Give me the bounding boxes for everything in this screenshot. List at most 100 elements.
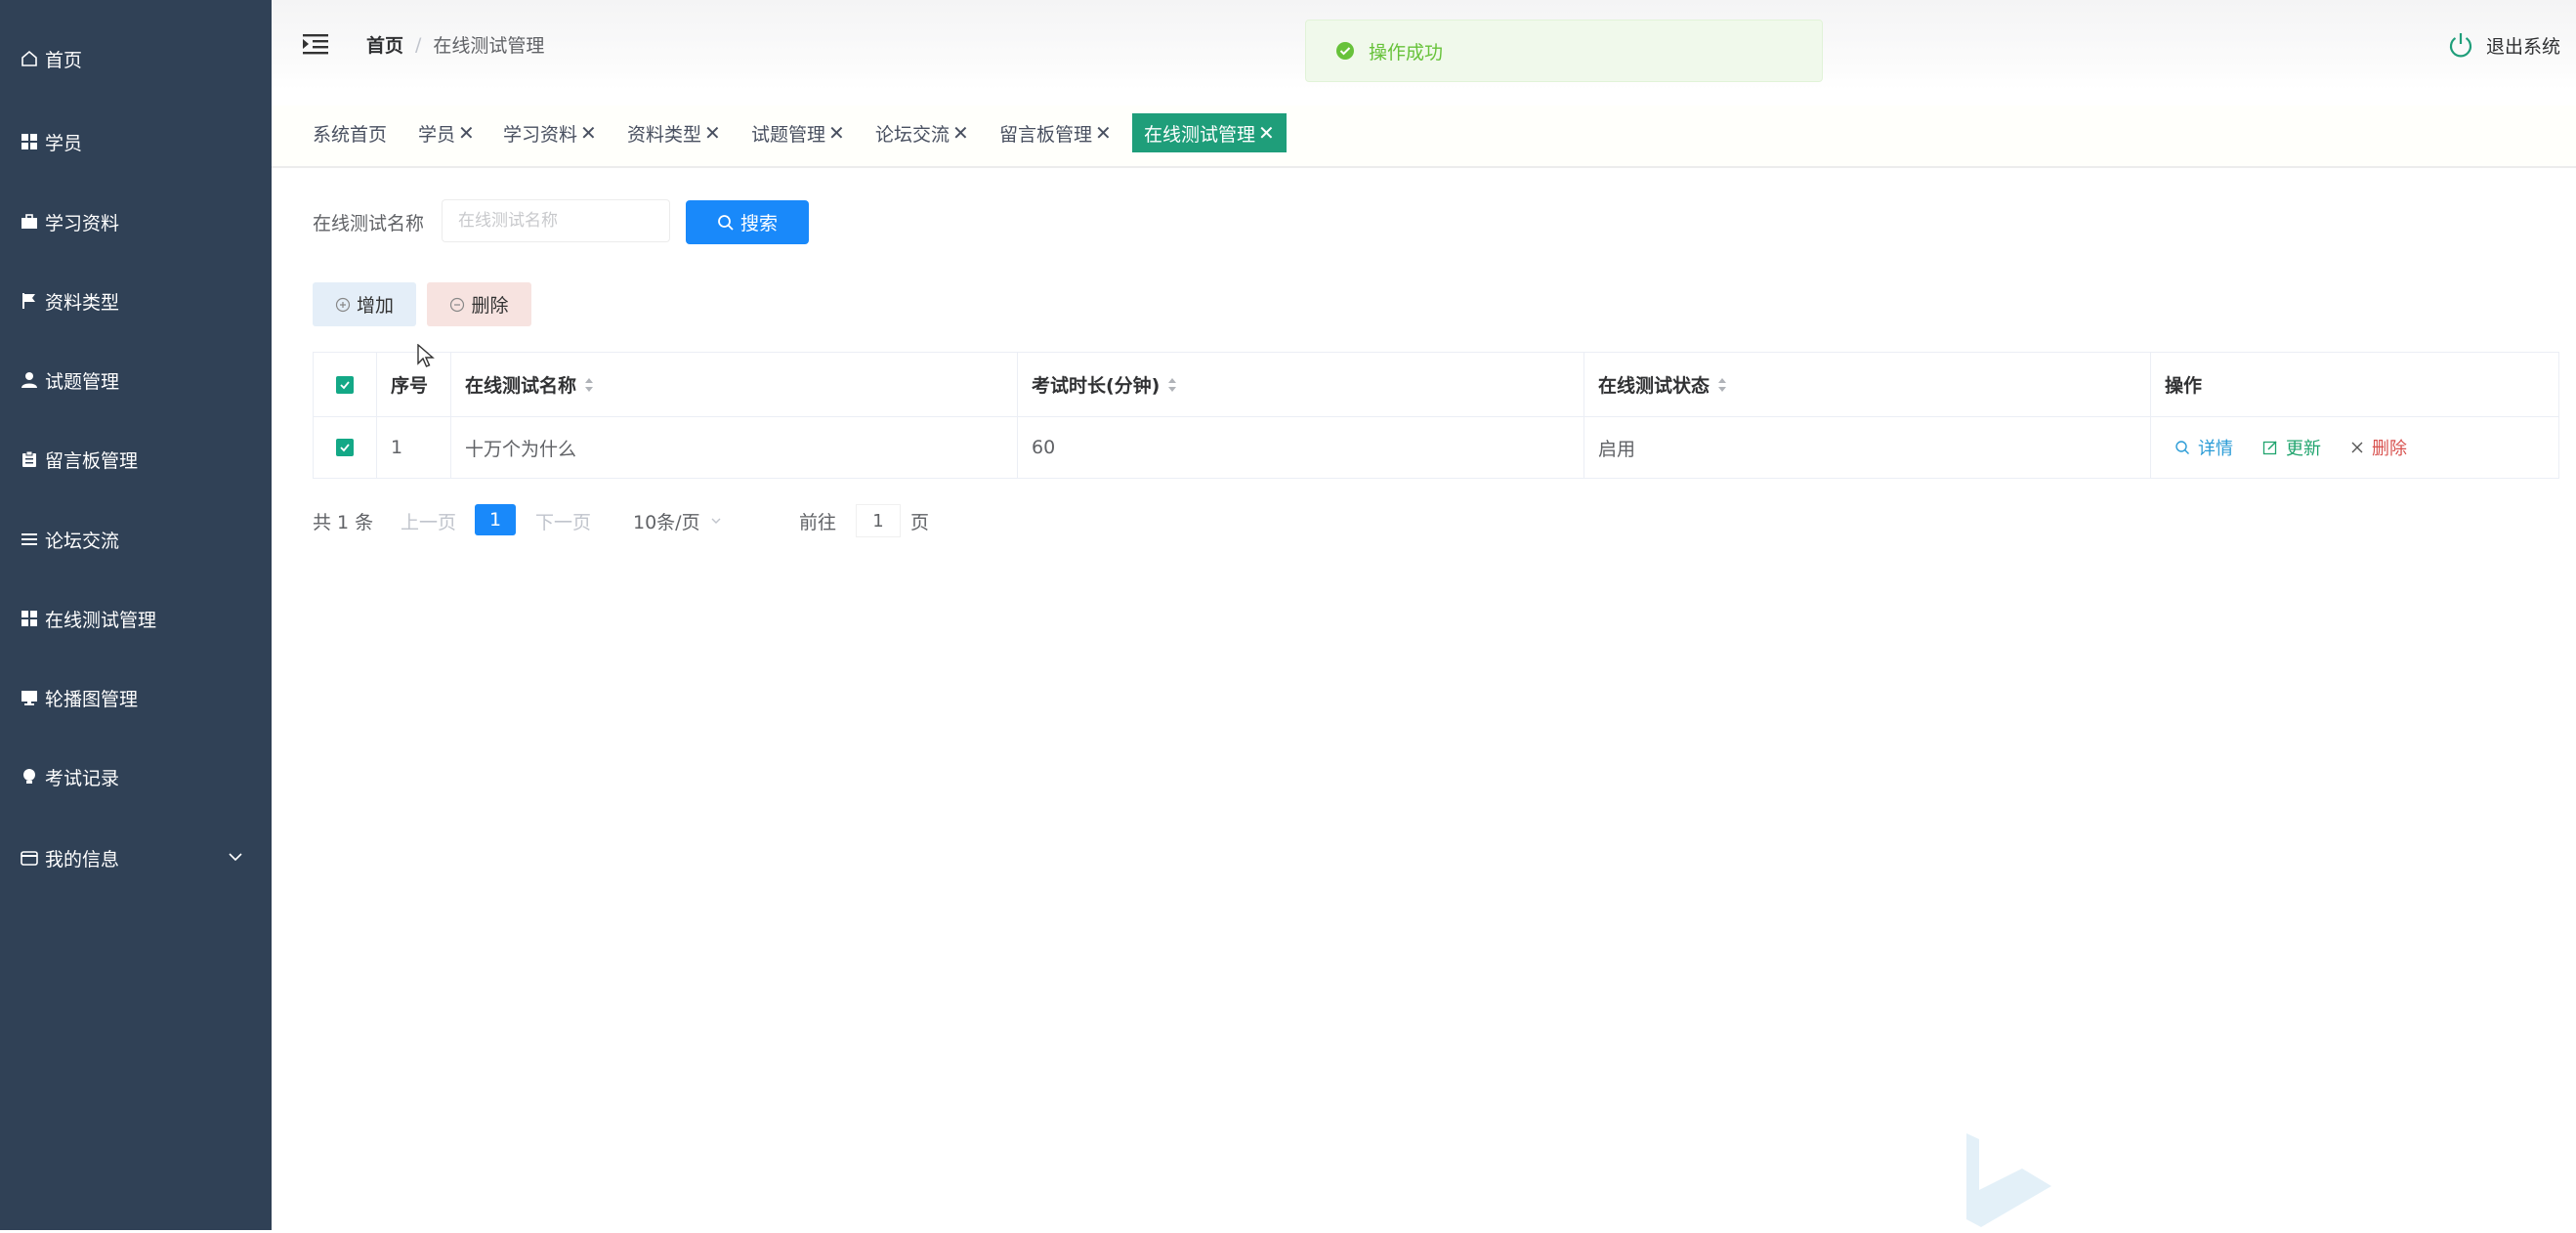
tag-messages[interactable]: 留言板管理 ✕ — [999, 113, 1112, 152]
sidebar-item-online-test[interactable]: 在线测试管理 — [0, 589, 272, 648]
logout-label: 退出系统 — [2485, 35, 2560, 58]
sidebar-item-forum[interactable]: 论坛交流 — [0, 510, 272, 569]
column-header-label: 序号 — [391, 375, 429, 397]
tag-system-home[interactable]: 系统首页 — [313, 113, 387, 152]
page-size-select[interactable]: 10条/页 — [633, 504, 740, 537]
search-input[interactable] — [442, 199, 670, 242]
sort-icon[interactable] — [1717, 377, 1727, 393]
prev-page-button[interactable]: 上一页 — [401, 504, 456, 537]
select-all-checkbox[interactable] — [336, 375, 354, 394]
add-button[interactable]: 增加 — [313, 282, 416, 326]
column-header-status[interactable]: 在线测试状态 — [1584, 353, 2151, 416]
cell-duration: 60 — [1018, 417, 1584, 478]
search-icon — [718, 214, 734, 231]
breadcrumb-home[interactable]: 首页 — [366, 31, 403, 58]
sidebar-item-material-types[interactable]: 资料类型 — [0, 272, 272, 330]
sidebar-item-label: 论坛交流 — [45, 530, 120, 552]
flag-icon — [20, 291, 39, 311]
sort-icon[interactable] — [584, 377, 594, 393]
tag-online-test[interactable]: 在线测试管理 ✕ — [1132, 113, 1287, 152]
close-icon[interactable]: ✕ — [580, 121, 597, 145]
detail-button[interactable]: 详情 — [2175, 435, 2233, 460]
detail-label: 详情 — [2198, 439, 2233, 459]
table-header-row: 序号 在线测试名称 考试时长(分钟) 在线测试状态 操作 — [314, 353, 2558, 417]
tag-label: 资料类型 — [627, 123, 702, 146]
watermark-logo-icon — [1962, 1131, 2059, 1233]
chevron-down-icon — [227, 848, 244, 871]
close-icon[interactable]: ✕ — [1095, 121, 1112, 145]
tag-students[interactable]: 学员 ✕ — [418, 113, 475, 152]
sidebar-item-exam-records[interactable]: 考试记录 — [0, 747, 272, 806]
page-number-button[interactable]: 1 — [475, 504, 516, 535]
check-circle-icon — [1335, 41, 1355, 61]
home-icon — [20, 49, 39, 68]
cell-ops: 详情 更新 删除 — [2151, 417, 2559, 478]
close-icon[interactable]: ✕ — [1258, 121, 1275, 145]
sidebar: 首页 学员 学习资料 资料类型 试题管理 留言板管理 论坛交流 在线测试管理 轮… — [0, 0, 272, 1230]
mouse-cursor-icon — [417, 343, 435, 373]
tag-questions[interactable]: 试题管理 ✕ — [751, 113, 845, 152]
column-header-name[interactable]: 在线测试名称 — [451, 353, 1018, 416]
sidebar-item-messages[interactable]: 留言板管理 — [0, 430, 272, 489]
tag-material-types[interactable]: 资料类型 ✕ — [627, 113, 721, 152]
table-row[interactable]: 1 十万个为什么 60 启用 详情 更新 删除 — [314, 417, 2558, 478]
goto-label: 前往 — [799, 511, 837, 533]
goto-unit: 页 — [910, 511, 930, 533]
column-header-label: 操作 — [2165, 375, 2203, 397]
grid-icon — [20, 609, 39, 628]
wallet-icon — [20, 848, 39, 868]
tag-label: 系统首页 — [313, 123, 388, 146]
column-header-label: 考试时长(分钟) — [1032, 375, 1161, 397]
sidebar-item-questions[interactable]: 试题管理 — [0, 351, 272, 409]
pagination-total: 共 1 条 — [313, 511, 374, 533]
column-header-ops: 操作 — [2151, 353, 2559, 416]
tag-label: 学习资料 — [503, 123, 578, 146]
row-delete-button[interactable]: 删除 — [2350, 435, 2407, 460]
tag-forum[interactable]: 论坛交流 ✕ — [875, 113, 969, 152]
search-icon — [2175, 441, 2189, 454]
chevron-down-icon — [711, 518, 721, 524]
plus-circle-icon — [335, 297, 351, 312]
sidebar-item-label: 在线测试管理 — [45, 609, 157, 631]
sort-icon[interactable] — [1167, 377, 1177, 393]
sidebar-item-materials[interactable]: 学习资料 — [0, 192, 272, 251]
sidebar-item-label: 我的信息 — [45, 848, 120, 871]
briefcase-icon — [20, 212, 39, 232]
sidebar-item-my-info[interactable]: 我的信息 — [0, 829, 272, 887]
sidebar-item-carousel[interactable]: 轮播图管理 — [0, 668, 272, 727]
update-button[interactable]: 更新 — [2262, 435, 2321, 460]
clipboard-icon — [20, 449, 39, 469]
sidebar-item-label: 资料类型 — [45, 291, 120, 314]
bulb-icon — [20, 767, 39, 787]
row-checkbox[interactable] — [336, 439, 354, 456]
row-delete-label: 删除 — [2372, 439, 2407, 459]
sidebar-item-label: 学员 — [45, 132, 83, 154]
tag-label: 学员 — [418, 123, 456, 146]
logout-button[interactable]: 退出系统 — [2447, 31, 2560, 59]
cell-status: 启用 — [1584, 417, 2151, 478]
goto-page-input[interactable] — [856, 504, 901, 537]
breadcrumb-separator: / — [415, 33, 422, 56]
close-icon[interactable]: ✕ — [458, 121, 475, 145]
add-button-label: 增加 — [356, 295, 394, 317]
next-page-button[interactable]: 下一页 — [535, 504, 591, 537]
batch-delete-button[interactable]: 删除 — [427, 282, 531, 326]
top-header: 首页 / 在线测试管理 操作成功 退出系统 — [272, 0, 2576, 90]
close-icon[interactable]: ✕ — [828, 121, 845, 145]
close-icon[interactable]: ✕ — [704, 121, 721, 145]
search-button-label: 搜索 — [739, 213, 778, 234]
sidebar-item-students[interactable]: 学员 — [0, 112, 272, 171]
tag-materials[interactable]: 学习资料 ✕ — [503, 113, 597, 152]
column-header-duration[interactable]: 考试时长(分钟) — [1018, 353, 1584, 416]
power-icon — [2449, 33, 2472, 58]
tag-label: 留言板管理 — [999, 123, 1093, 146]
breadcrumb: 首页 / 在线测试管理 — [366, 31, 544, 58]
sidebar-item-home[interactable]: 首页 — [0, 29, 272, 88]
search-button[interactable]: 搜索 — [686, 200, 809, 244]
menu-toggle-icon[interactable] — [301, 29, 330, 59]
column-header-label: 在线测试状态 — [1598, 375, 1710, 397]
close-icon[interactable]: ✕ — [952, 121, 969, 145]
success-toast: 操作成功 — [1305, 20, 1823, 82]
page-size-label: 10条/页 — [633, 511, 700, 533]
tag-label: 试题管理 — [751, 123, 826, 146]
